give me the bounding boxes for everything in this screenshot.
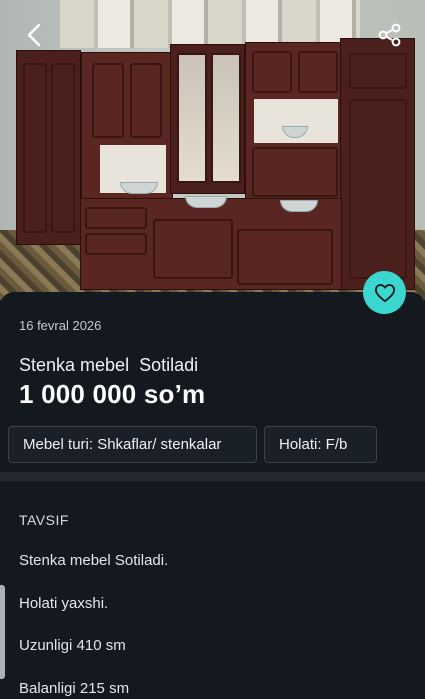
scroll-indicator: [0, 585, 5, 679]
glass-door: [211, 53, 241, 183]
cabinet-door: [130, 63, 162, 138]
glass-bowl: [120, 182, 158, 194]
cabinet-left: [16, 50, 81, 245]
cabinet-door: [298, 51, 338, 93]
section-divider: [0, 472, 425, 481]
cabinet-door: [349, 99, 407, 279]
description-line: Uzunligi 410 sm: [19, 637, 126, 654]
back-button[interactable]: [18, 18, 52, 52]
cabinet-door: [23, 63, 47, 233]
cabinet-door: [92, 63, 124, 138]
cabinet-flap: [252, 147, 338, 197]
drawer: [85, 233, 147, 255]
cabinet-door: [153, 219, 233, 279]
cabinet-glass: [170, 44, 245, 194]
description-line: Balanligi 215 sm: [19, 680, 130, 697]
glass-bowl: [185, 196, 227, 208]
cabinet-mid-right: [245, 42, 345, 207]
cabinet-right: [340, 38, 415, 290]
drawer: [85, 207, 147, 229]
photo-boxes: [60, 0, 360, 48]
cabinet-mid-left: [81, 52, 173, 202]
chevron-left-icon: [27, 23, 41, 47]
attribute-chip-condition[interactable]: Holati: F/b: [264, 426, 377, 463]
description-heading: TAVSIF: [19, 512, 69, 528]
description-line: Holati yaxshi.: [19, 595, 109, 612]
heart-icon: [374, 283, 395, 302]
cabinet-door: [51, 63, 75, 233]
description-line: Stenka mebel Sotiladi.: [19, 552, 169, 569]
share-button[interactable]: [373, 18, 407, 52]
cabinet-door: [237, 229, 333, 285]
listing-photo[interactable]: [0, 0, 425, 300]
attribute-chip-furniture-type[interactable]: Mebel turi: Shkaflar/ stenkalar: [8, 426, 257, 463]
glass-door: [177, 53, 207, 183]
listing-price: 1 000 000 so’m: [19, 379, 206, 409]
cabinet-door: [252, 51, 292, 93]
glass-bowl: [280, 200, 318, 212]
share-icon: [378, 23, 401, 47]
listing-title: Stenka mebel Sotiladi: [19, 355, 199, 375]
favorite-button[interactable]: [363, 271, 406, 314]
cabinet-door: [349, 53, 407, 89]
listing-date: 16 fevral 2026: [19, 318, 102, 333]
